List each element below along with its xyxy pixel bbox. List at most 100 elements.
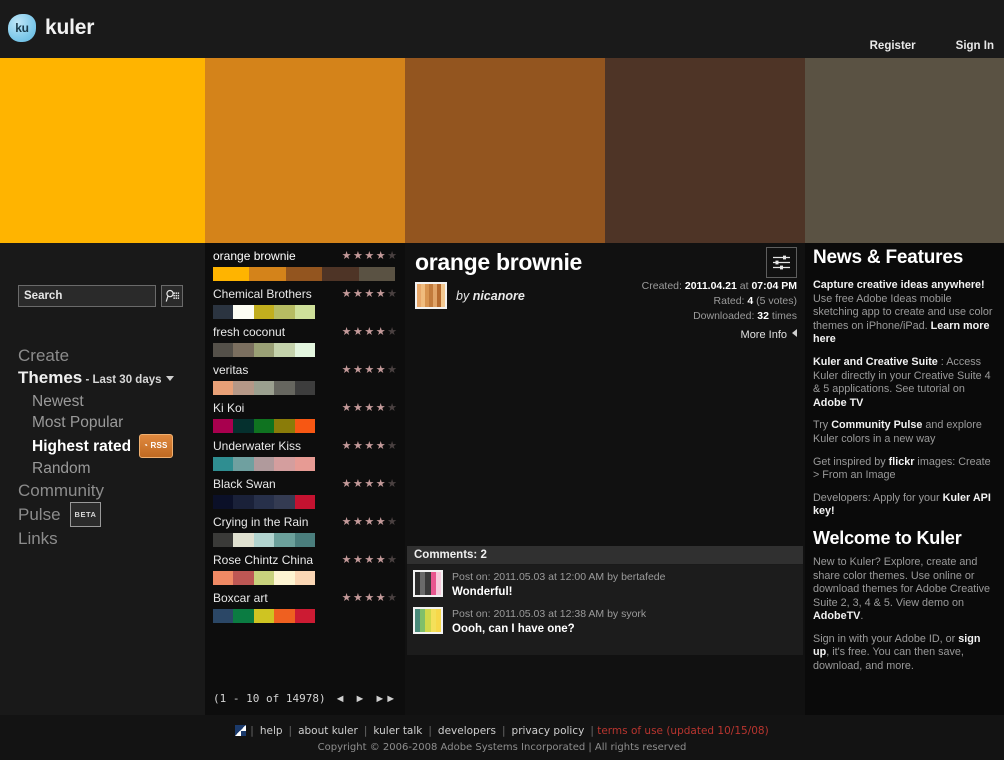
theme-list-item[interactable]: Ki Koi ★ ★ ★ ★ ★ xyxy=(205,395,405,433)
adobetv-link[interactable]: AdobeTV xyxy=(813,610,860,622)
pagination-next-button[interactable]: ► xyxy=(354,693,365,705)
sidebar-item-pulse[interactable]: Pulse BETA xyxy=(18,502,198,527)
theme-thumbnail[interactable] xyxy=(415,282,447,309)
banner-band[interactable] xyxy=(0,58,205,243)
register-link[interactable]: Register xyxy=(870,40,916,52)
comment-thumbnail[interactable] xyxy=(413,570,443,597)
more-info-button[interactable]: More Info xyxy=(741,329,797,341)
color-swatch xyxy=(294,419,316,433)
theme-swatch-bar[interactable] xyxy=(213,419,316,433)
logo[interactable]: ku kuler xyxy=(8,14,94,42)
theme-list-item[interactable]: orange brownie ★ ★ ★ ★ ★ xyxy=(205,243,405,281)
footer-link-about-kuler[interactable]: about kuler xyxy=(298,725,358,737)
footer-separator: | xyxy=(501,725,506,737)
theme-rating-stars[interactable]: ★ ★ ★ ★ ★ xyxy=(342,515,397,528)
sidebar-item-create[interactable]: Create xyxy=(18,345,198,366)
theme-list-item[interactable]: fresh coconut ★ ★ ★ ★ ★ xyxy=(205,319,405,357)
theme-swatch-bar[interactable] xyxy=(213,343,316,357)
theme-rating-stars[interactable]: ★ ★ ★ ★ ★ xyxy=(341,477,397,490)
themes-filter-label[interactable]: - Last 30 days xyxy=(82,374,161,386)
search-keypad-icon[interactable] xyxy=(161,285,183,307)
sidebar-item-label: Most Popular xyxy=(32,414,124,431)
comment-thumbnail[interactable] xyxy=(413,607,443,634)
theme-swatch-bar[interactable] xyxy=(213,381,316,395)
theme-list-item[interactable]: Black Swan ★ ★ ★ ★ ★ xyxy=(205,471,405,509)
news-block-lead[interactable]: Community Pulse xyxy=(831,419,922,431)
chevron-down-icon[interactable] xyxy=(165,376,174,382)
theme-list-item[interactable]: Chemical Brothers ★ ★ ★ ★ ★ xyxy=(205,281,405,319)
star-icon: ★ xyxy=(387,515,397,528)
news-block-lead[interactable]: Kuler and Creative Suite xyxy=(813,356,938,368)
adobe-mark-icon xyxy=(235,725,247,736)
sidebar-item-highest-rated[interactable]: Highest rated ◔ RSS xyxy=(18,434,198,458)
color-swatch xyxy=(233,419,254,433)
theme-rating-stars[interactable]: ★ ★ ★ ★ ★ xyxy=(342,250,397,262)
color-swatch xyxy=(213,495,234,509)
banner-band[interactable] xyxy=(805,58,1004,243)
news-block-link[interactable]: Adobe TV xyxy=(813,397,863,409)
theme-swatch-bar[interactable] xyxy=(213,609,316,623)
theme-rating-stars[interactable]: ★ ★ ★ ★ ★ xyxy=(342,592,397,604)
star-icon: ★ xyxy=(341,287,352,300)
sidebar-item-random[interactable]: Random xyxy=(18,459,198,479)
pagination: (1 - 10 of 14978) ◄ ► ►► xyxy=(213,692,396,705)
color-swatch xyxy=(213,571,234,585)
color-swatch xyxy=(435,572,442,595)
news-block-lead[interactable]: Capture creative ideas anywhere! xyxy=(813,279,985,291)
theme-swatch-bar[interactable] xyxy=(213,495,316,509)
welcome-p1-text: New to Kuler? Explore, create and share … xyxy=(813,555,991,609)
theme-metadata: Created: 2011.04.21 at 07:04 PM Rated: 4… xyxy=(642,279,797,324)
sidebar-item-community[interactable]: Community xyxy=(18,480,198,501)
theme-list-column: orange brownie ★ ★ ★ ★ ★ Chemical Brothers ★ ★ ★ ★… xyxy=(205,243,405,715)
footer-link-privacy-policy[interactable]: privacy policy xyxy=(512,725,585,737)
theme-list-item[interactable]: Boxcar art ★ ★ ★ ★ ★ xyxy=(205,585,405,623)
sliders-icon[interactable] xyxy=(766,247,797,278)
author-name[interactable]: nicanore xyxy=(473,289,525,303)
sidebar-item-links[interactable]: Links xyxy=(18,528,198,549)
sidebar-item-most-popular[interactable]: Most Popular xyxy=(18,413,198,433)
sidebar-item-themes[interactable]: Themes - Last 30 days xyxy=(18,367,198,391)
banner-band[interactable] xyxy=(605,58,805,243)
rss-badge[interactable]: ◔ RSS xyxy=(139,434,173,458)
theme-rating-stars[interactable]: ★ ★ ★ ★ ★ xyxy=(342,440,397,452)
theme-rating-stars[interactable]: ★ ★ ★ ★ ★ xyxy=(342,402,397,414)
theme-rating-stars[interactable]: ★ ★ ★ ★ ★ xyxy=(342,326,397,338)
star-icon: ★ xyxy=(387,477,397,490)
theme-swatch-bar[interactable] xyxy=(213,571,316,585)
star-icon: ★ xyxy=(341,477,352,490)
color-swatch xyxy=(274,571,295,585)
footer-link-kuler-talk[interactable]: kuler talk xyxy=(373,725,422,737)
news-block-lead[interactable]: flickr xyxy=(889,456,915,468)
body-area: Create Themes - Last 30 days Newest Most Po… xyxy=(0,243,1004,715)
sidebar-item-newest[interactable]: Newest xyxy=(18,392,198,412)
footer-link-terms-of-use[interactable]: terms of use (updated 10/15/08) xyxy=(594,725,769,737)
banner-band[interactable] xyxy=(205,58,405,243)
search-input[interactable] xyxy=(18,285,156,307)
footer-link-help[interactable]: help xyxy=(260,725,283,737)
logo-text: kuler xyxy=(45,16,95,39)
theme-swatch-bar[interactable] xyxy=(213,457,316,471)
theme-rating-stars[interactable]: ★ ★ ★ ★ ★ xyxy=(342,364,397,376)
created-label: Created: xyxy=(641,280,682,292)
theme-swatch-bar[interactable] xyxy=(213,267,396,281)
theme-list-item[interactable]: Underwater Kiss ★ ★ ★ ★ ★ xyxy=(205,433,405,471)
color-swatch xyxy=(294,457,316,471)
created-date: 2011.04.21 xyxy=(684,280,737,292)
color-swatch xyxy=(253,571,275,585)
theme-list-item[interactable]: Rose Chintz China ★ ★ ★ ★ ★ xyxy=(205,547,405,585)
footer-link-developers[interactable]: developers xyxy=(438,725,496,737)
color-swatch xyxy=(253,419,275,433)
pagination-prev-button[interactable]: ◄ xyxy=(335,693,346,705)
color-swatch xyxy=(294,495,316,509)
theme-list-item[interactable]: Crying in the Rain ★ ★ ★ ★ ★ xyxy=(205,509,405,547)
created-time: 07:04 PM xyxy=(751,280,797,292)
banner-band[interactable] xyxy=(405,58,605,243)
featured-theme-banner[interactable] xyxy=(0,58,1004,243)
sign-in-link[interactable]: Sign In xyxy=(956,40,994,52)
theme-rating-stars[interactable]: ★ ★ ★ ★ ★ xyxy=(341,287,397,300)
theme-swatch-bar[interactable] xyxy=(213,305,316,319)
pagination-last-button[interactable]: ►► xyxy=(374,693,396,705)
theme-rating-stars[interactable]: ★ ★ ★ ★ ★ xyxy=(342,554,397,566)
theme-list-item[interactable]: veritas ★ ★ ★ ★ ★ xyxy=(205,357,405,395)
theme-swatch-bar[interactable] xyxy=(213,533,316,547)
